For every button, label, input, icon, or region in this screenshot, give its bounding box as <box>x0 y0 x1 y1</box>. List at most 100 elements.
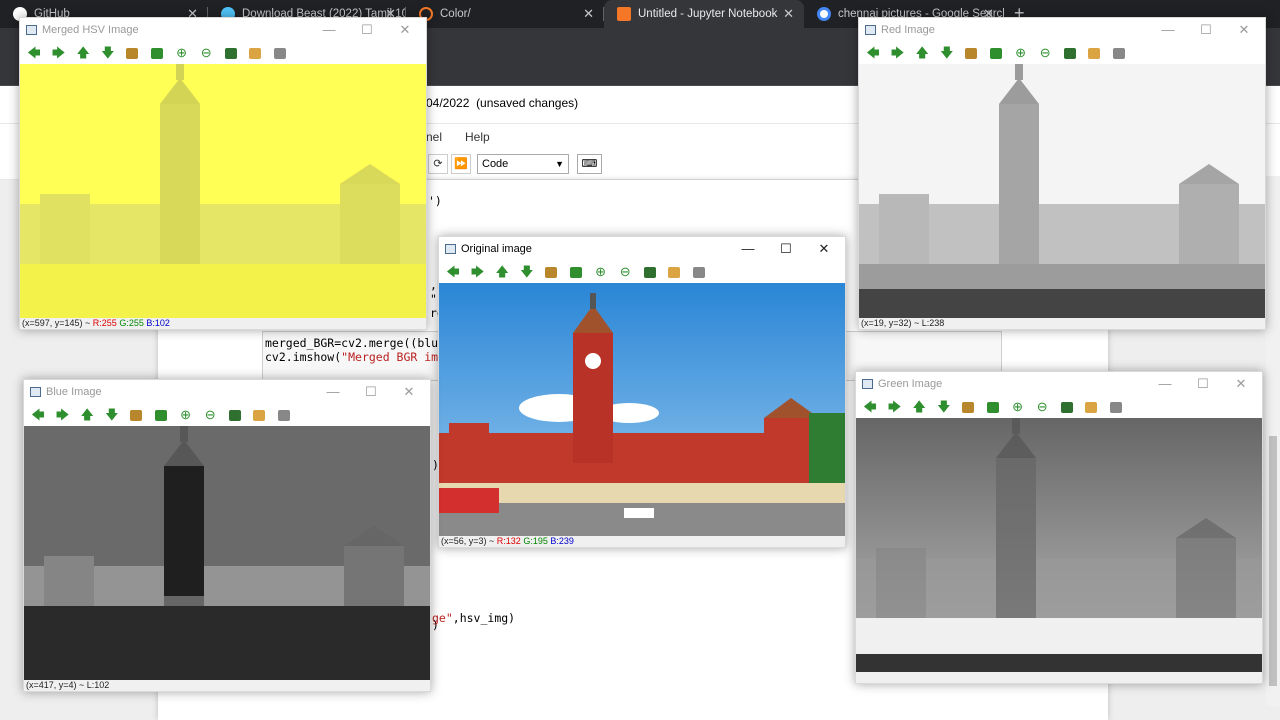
close-icon[interactable]: ✕ <box>811 241 837 257</box>
minimize-icon[interactable]: — <box>1155 22 1181 38</box>
left-arrow-icon[interactable]: 🡄 <box>26 45 42 61</box>
cell-type-select[interactable]: Code ▼ <box>477 154 569 174</box>
run-all-button[interactable]: ⏩ <box>451 154 471 174</box>
checkpoint-date: 04/2022 <box>426 96 470 110</box>
status-bar: (x=19, y=32) ~ L:238 <box>859 318 1265 329</box>
fit-icon[interactable] <box>990 48 1002 59</box>
zoom-in-icon[interactable]: ⊕ <box>593 264 609 280</box>
zoom-out-icon[interactable]: ⊖ <box>1037 45 1053 61</box>
fit-icon[interactable] <box>570 267 582 278</box>
down-arrow-icon[interactable]: 🡇 <box>100 45 116 61</box>
menu-kernel[interactable]: nel <box>426 130 442 144</box>
properties-icon[interactable] <box>249 48 262 59</box>
window-titlebar[interactable]: Blue Image — ☐ ✕ <box>24 380 430 404</box>
status-bar <box>856 672 1262 683</box>
hsv-image-window[interactable]: Merged HSV Image — ☐ ✕ 🡄 🡆 🡅 🡇 ⊕ ⊖ (x=597, y=… <box>19 17 427 330</box>
zoom-in-icon[interactable]: ⊕ <box>174 45 190 61</box>
image-icon[interactable] <box>130 410 143 421</box>
save-icon[interactable] <box>643 267 656 278</box>
right-arrow-icon[interactable]: 🡆 <box>890 45 906 61</box>
right-arrow-icon[interactable]: 🡆 <box>51 45 67 61</box>
settings-icon[interactable] <box>1113 48 1125 59</box>
settings-icon[interactable] <box>278 410 290 421</box>
tab-jupyter-notebook[interactable]: Untitled - Jupyter Notebook ✕ <box>604 0 804 28</box>
settings-icon[interactable] <box>693 267 705 278</box>
minimize-icon[interactable]: — <box>316 22 342 38</box>
save-icon[interactable] <box>1060 402 1073 413</box>
properties-icon[interactable] <box>668 267 681 278</box>
save-icon[interactable] <box>228 410 241 421</box>
down-arrow-icon[interactable]: 🡇 <box>104 407 120 423</box>
left-arrow-icon[interactable]: 🡄 <box>30 407 46 423</box>
minimize-icon[interactable]: — <box>320 384 346 400</box>
up-arrow-icon[interactable]: 🡅 <box>911 399 927 415</box>
close-icon[interactable]: ✕ <box>392 22 418 38</box>
zoom-out-icon[interactable]: ⊖ <box>198 45 214 61</box>
right-arrow-icon[interactable]: 🡆 <box>470 264 486 280</box>
close-icon[interactable]: ✕ <box>1228 376 1254 392</box>
window-title: Green Image <box>878 378 943 390</box>
fit-icon[interactable] <box>987 402 999 413</box>
settings-icon[interactable] <box>274 48 286 59</box>
zoom-out-icon[interactable]: ⊖ <box>617 264 633 280</box>
settings-icon[interactable] <box>1110 402 1122 413</box>
fit-icon[interactable] <box>155 410 167 421</box>
menu-help[interactable]: Help <box>465 130 490 144</box>
zoom-in-icon[interactable]: ⊕ <box>178 407 194 423</box>
zoom-out-icon[interactable]: ⊖ <box>202 407 218 423</box>
zoom-in-icon[interactable]: ⊕ <box>1010 399 1026 415</box>
window-titlebar[interactable]: Green Image — ☐ ✕ <box>856 372 1262 396</box>
save-icon[interactable] <box>1063 48 1076 59</box>
window-titlebar[interactable]: Original image — ☐ ✕ <box>439 237 845 261</box>
properties-icon[interactable] <box>253 410 266 421</box>
up-arrow-icon[interactable]: 🡅 <box>79 407 95 423</box>
green-image-window[interactable]: Green Image — ☐ ✕ 🡄 🡆 🡅 🡇 ⊕ ⊖ <box>855 371 1263 684</box>
close-tab-icon[interactable]: ✕ <box>783 6 794 22</box>
left-arrow-icon[interactable]: 🡄 <box>862 399 878 415</box>
restart-kernel-button[interactable]: ⟳ <box>428 154 448 174</box>
zoom-in-icon[interactable]: ⊕ <box>1013 45 1029 61</box>
up-arrow-icon[interactable]: 🡅 <box>494 264 510 280</box>
image-icon[interactable] <box>126 48 139 59</box>
left-arrow-icon[interactable]: 🡄 <box>445 264 461 280</box>
maximize-icon[interactable]: ☐ <box>358 384 384 400</box>
google-icon <box>817 7 831 21</box>
close-icon[interactable]: ✕ <box>396 384 422 400</box>
fit-icon[interactable] <box>151 48 163 59</box>
maximize-icon[interactable]: ☐ <box>1193 22 1219 38</box>
red-image-window[interactable]: Red Image — ☐ ✕ 🡄 🡆 🡅 🡇 ⊕ ⊖ (x=19, y=32) ~ L:… <box>858 17 1266 330</box>
window-titlebar[interactable]: Red Image — ☐ ✕ <box>859 18 1265 42</box>
down-arrow-icon[interactable]: 🡇 <box>519 264 535 280</box>
scrollbar-thumb[interactable] <box>1269 436 1277 686</box>
zoom-out-icon[interactable]: ⊖ <box>1034 399 1050 415</box>
blue-image-window[interactable]: Blue Image — ☐ ✕ 🡄 🡆 🡅 🡇 ⊕ ⊖ (x=417, y=4) ~ L… <box>23 379 431 692</box>
image-icon[interactable] <box>965 48 978 59</box>
maximize-icon[interactable]: ☐ <box>1190 376 1216 392</box>
properties-icon[interactable] <box>1088 48 1101 59</box>
page-scrollbar[interactable] <box>1266 176 1280 706</box>
original-image-window[interactable]: Original image — ☐ ✕ 🡄 🡆 🡅 🡇 ⊕ ⊖ (x=56, y= <box>438 236 846 548</box>
image-icon[interactable] <box>962 402 975 413</box>
close-tab-icon[interactable]: ✕ <box>583 6 594 22</box>
down-arrow-icon[interactable]: 🡇 <box>939 45 955 61</box>
minimize-icon[interactable]: — <box>1152 376 1178 392</box>
up-arrow-icon[interactable]: 🡅 <box>914 45 930 61</box>
red-channel-image <box>859 64 1265 320</box>
down-arrow-icon[interactable]: 🡇 <box>936 399 952 415</box>
window-icon <box>862 379 873 389</box>
window-title: Merged HSV Image <box>42 24 139 36</box>
window-titlebar[interactable]: Merged HSV Image — ☐ ✕ <box>20 18 426 42</box>
close-icon[interactable]: ✕ <box>1231 22 1257 38</box>
right-arrow-icon[interactable]: 🡆 <box>55 407 71 423</box>
keyboard-shortcuts-button[interactable]: ⌨ <box>577 154 602 174</box>
tab-color[interactable]: Color/ ✕ <box>406 0 604 28</box>
save-icon[interactable] <box>224 48 237 59</box>
left-arrow-icon[interactable]: 🡄 <box>865 45 881 61</box>
maximize-icon[interactable]: ☐ <box>773 241 799 257</box>
maximize-icon[interactable]: ☐ <box>354 22 380 38</box>
minimize-icon[interactable]: — <box>735 241 761 257</box>
right-arrow-icon[interactable]: 🡆 <box>887 399 903 415</box>
image-icon[interactable] <box>545 267 558 278</box>
up-arrow-icon[interactable]: 🡅 <box>75 45 91 61</box>
properties-icon[interactable] <box>1085 402 1098 413</box>
